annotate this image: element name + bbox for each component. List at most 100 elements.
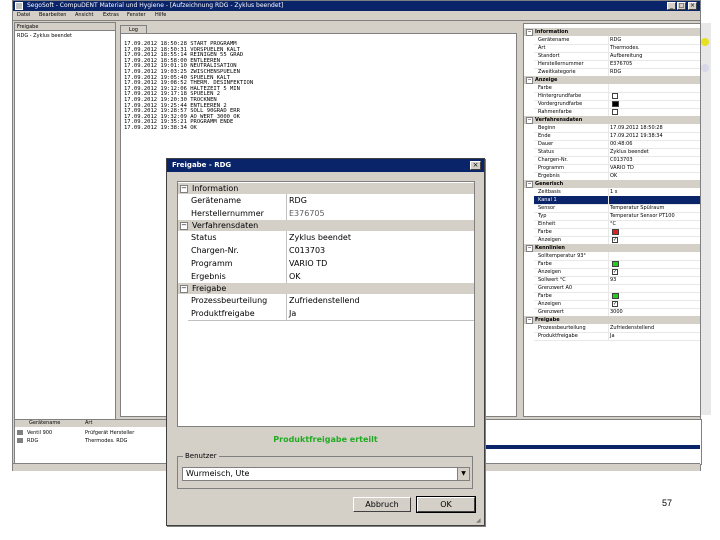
chevron-down-icon[interactable]: ▼ bbox=[457, 468, 469, 480]
col-type[interactable]: Art bbox=[85, 420, 92, 427]
dialog-field-value: Zufriedenstellend bbox=[289, 296, 360, 305]
col-name[interactable]: Gerätename bbox=[29, 420, 60, 427]
left-panel-header: Freigabe bbox=[15, 23, 115, 31]
checkbox[interactable]: ✓ bbox=[612, 237, 618, 243]
property-divider bbox=[608, 260, 609, 268]
checkbox[interactable]: ✓ bbox=[612, 301, 618, 307]
property-section[interactable]: − Kennlinien bbox=[524, 244, 700, 252]
property-divider bbox=[608, 300, 609, 308]
collapse-icon[interactable]: − bbox=[180, 222, 188, 230]
property-section[interactable]: − Verfahrensdaten bbox=[524, 116, 700, 124]
property-section-label: Generisch bbox=[535, 181, 564, 187]
collapse-icon[interactable]: − bbox=[526, 245, 533, 252]
property-value: E376705 bbox=[610, 61, 633, 67]
app-title: SegoSoft - CompuDENT Material und Hygien… bbox=[27, 2, 284, 9]
dialog-titlebar[interactable]: Freigabe - RDG × bbox=[167, 159, 484, 172]
property-name: Farbe bbox=[538, 293, 552, 299]
checkbox[interactable] bbox=[612, 93, 618, 99]
cancel-button[interactable]: Abbruch bbox=[353, 497, 411, 512]
property-value: 17.09.2012 18:50:28 bbox=[610, 125, 663, 131]
dialog-section[interactable]: − Freigabe bbox=[178, 283, 474, 294]
property-divider bbox=[608, 292, 609, 300]
dialog-row-divider bbox=[286, 257, 287, 270]
checkbox[interactable] bbox=[612, 109, 618, 115]
app-scrollbar[interactable] bbox=[701, 23, 711, 415]
collapse-icon[interactable]: − bbox=[526, 77, 533, 84]
minimize-icon[interactable]: _ bbox=[667, 2, 676, 10]
property-section-label: Information bbox=[535, 29, 569, 35]
property-name: Kanal 1 bbox=[538, 197, 557, 203]
dialog-field-value: Ja bbox=[289, 309, 297, 318]
dialog-row[interactable]: Status Zyklus beendet bbox=[188, 231, 474, 245]
property-divider bbox=[608, 164, 609, 172]
collapse-icon[interactable]: − bbox=[526, 317, 533, 324]
collapse-icon[interactable]: − bbox=[180, 185, 188, 193]
color-swatch[interactable] bbox=[612, 229, 619, 235]
dialog-section[interactable]: − Verfahrensdaten bbox=[178, 220, 474, 231]
left-panel: Freigabe RDG - Zyklus beendet bbox=[14, 22, 116, 420]
dialog-row[interactable]: Chargen-Nr. C013703 bbox=[188, 244, 474, 258]
dialog-row[interactable]: Programm VARIO TD bbox=[188, 257, 474, 271]
device-icon bbox=[17, 430, 23, 435]
property-name: Einheit bbox=[538, 221, 556, 227]
property-section[interactable]: − Freigabe bbox=[524, 316, 700, 324]
close-icon[interactable]: × bbox=[470, 161, 481, 170]
color-swatch[interactable] bbox=[612, 261, 619, 267]
release-dialog: Freigabe - RDG × − Information Gerätename R… bbox=[166, 158, 485, 526]
ok-button[interactable]: OK bbox=[416, 496, 476, 513]
property-section[interactable]: − Anzeige bbox=[524, 76, 700, 84]
dialog-section[interactable]: − Information bbox=[178, 183, 474, 194]
checkbox[interactable]: ✓ bbox=[612, 269, 618, 275]
property-divider bbox=[608, 92, 609, 100]
property-divider bbox=[608, 132, 609, 140]
property-section-label: Kennlinien bbox=[535, 245, 565, 251]
property-name: Zeitbasis bbox=[538, 189, 561, 195]
user-select[interactable]: Wurmeisch, Ute ▼ bbox=[182, 467, 470, 481]
dialog-row[interactable]: Herstellernummer E376705 bbox=[188, 207, 474, 221]
collapse-icon[interactable]: − bbox=[180, 285, 188, 293]
menu-view[interactable]: Ansicht bbox=[75, 12, 93, 18]
dialog-row[interactable]: Ergebnis OK bbox=[188, 270, 474, 284]
color-swatch[interactable] bbox=[612, 293, 619, 299]
property-value: RDG bbox=[610, 37, 622, 43]
property-divider bbox=[608, 284, 609, 292]
menu-extras[interactable]: Extras bbox=[103, 12, 119, 18]
property-divider bbox=[608, 44, 609, 52]
property-name: Vordergrundfarbe bbox=[538, 101, 583, 107]
property-section[interactable]: − Generisch bbox=[524, 180, 700, 188]
property-divider bbox=[608, 220, 609, 228]
dialog-row-divider bbox=[286, 294, 287, 307]
property-name: Standort bbox=[538, 53, 560, 59]
property-section[interactable]: − Information bbox=[524, 28, 700, 36]
menu-edit[interactable]: Bearbeiten bbox=[39, 12, 66, 18]
property-name: Sensor bbox=[538, 205, 556, 211]
property-name: Farbe bbox=[538, 261, 552, 267]
dialog-field-name: Gerätename bbox=[191, 196, 242, 205]
collapse-icon[interactable]: − bbox=[526, 29, 533, 36]
collapse-icon[interactable]: − bbox=[526, 117, 533, 124]
property-divider bbox=[608, 236, 609, 244]
property-divider bbox=[608, 140, 609, 148]
property-name: Chargen-Nr. bbox=[538, 157, 568, 163]
menu-window[interactable]: Fenster bbox=[127, 12, 146, 18]
menu-file[interactable]: Datei bbox=[17, 12, 30, 18]
left-panel-item[interactable]: RDG - Zyklus beendet bbox=[17, 33, 72, 39]
dialog-section-label: Verfahrensdaten bbox=[192, 221, 259, 230]
property-divider bbox=[608, 100, 609, 108]
property-row[interactable]: Produktfreigabe Ja bbox=[534, 332, 700, 341]
dialog-field-value: E376705 bbox=[289, 209, 325, 218]
app-titlebar[interactable]: SegoSoft - CompuDENT Material und Hygien… bbox=[13, 1, 700, 11]
dialog-row[interactable]: Produktfreigabe Ja bbox=[188, 307, 474, 321]
property-divider bbox=[608, 324, 609, 332]
dialog-field-value: Zyklus beendet bbox=[289, 233, 351, 242]
close-icon[interactable]: × bbox=[688, 2, 697, 10]
resize-grip-icon[interactable]: ◢ bbox=[476, 517, 483, 524]
dialog-row[interactable]: Gerätename RDG bbox=[188, 194, 474, 208]
property-name: Sollwert °C bbox=[538, 277, 566, 283]
dialog-row[interactable]: Prozessbeurteilung Zufriedenstellend bbox=[188, 294, 474, 308]
menu-help[interactable]: Hilfe bbox=[155, 12, 166, 18]
property-name: Anzeigen bbox=[538, 269, 562, 275]
color-swatch[interactable] bbox=[612, 101, 619, 107]
maximize-icon[interactable]: □ bbox=[677, 2, 686, 10]
collapse-icon[interactable]: − bbox=[526, 181, 533, 188]
